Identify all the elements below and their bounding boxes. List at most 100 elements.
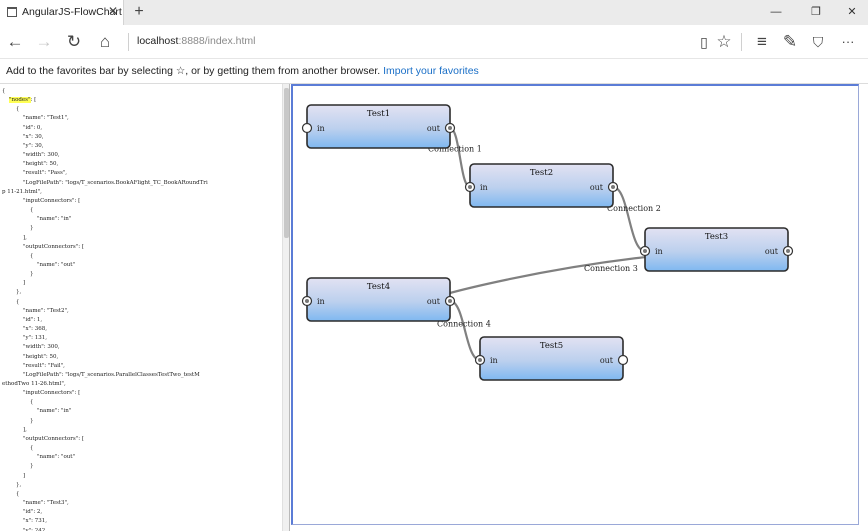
- favorite-star-icon[interactable]: ☆: [712, 30, 736, 54]
- json-line: {: [2, 88, 6, 94]
- connector-dot: [786, 249, 790, 253]
- more-icon[interactable]: ···: [836, 30, 860, 54]
- address-host: localhost: [137, 35, 179, 47]
- json-line: "height": 50,: [2, 353, 59, 360]
- json-line: {: [2, 252, 34, 259]
- json-line: "y": 30,: [2, 142, 44, 149]
- refresh-button[interactable]: ↻: [62, 30, 86, 54]
- favorites-hint: Add to the favorites bar by selecting ☆,…: [6, 65, 479, 77]
- favorites-hint-bar: Add to the favorites bar by selecting ☆,…: [0, 59, 868, 84]
- hub-icon[interactable]: ≡: [750, 30, 774, 54]
- json-line: "result": "Pass",: [2, 170, 68, 177]
- node-test2[interactable]: Test2 in out: [464, 163, 619, 208]
- input-connector[interactable]: [301, 122, 313, 134]
- output-connector[interactable]: [617, 354, 629, 366]
- json-line: "outputConnectors": [: [2, 243, 85, 250]
- close-window-button[interactable]: ✕: [836, 0, 868, 25]
- json-line: p 11-21.html",: [2, 188, 42, 195]
- json-line: "outputConnectors": [: [2, 435, 85, 442]
- json-line: {: [2, 490, 20, 497]
- json-scrollbar[interactable]: [282, 84, 289, 531]
- connector-dot: [478, 358, 482, 362]
- node-title: Test5: [540, 341, 563, 351]
- json-scroll-thumb[interactable]: [284, 88, 289, 238]
- json-text: { "nodes": [ { "name": "Test1", "id": 0,…: [2, 87, 208, 531]
- node-test5[interactable]: Test5 in out: [474, 336, 629, 381]
- json-line: },: [2, 289, 22, 296]
- favorites-hint-text: Add to the favorites bar by selecting ☆,…: [6, 65, 381, 77]
- output-connector-label: out: [427, 297, 441, 306]
- node-test1[interactable]: Test1 in out: [301, 104, 456, 149]
- json-line: }: [2, 271, 34, 278]
- json-line: "inputConnectors": [: [2, 390, 81, 397]
- node-test3[interactable]: Test3 in out: [639, 227, 794, 272]
- back-button[interactable]: ←: [3, 30, 27, 54]
- json-line: {: [2, 399, 34, 406]
- json-line: {: [2, 106, 20, 113]
- connector-dot: [643, 249, 647, 253]
- json-line: }: [2, 417, 34, 424]
- flowchart-canvas[interactable]: Connection 1 Connection 2 Connection 3 Conn…: [291, 84, 859, 525]
- json-line: "name": "in": [2, 408, 72, 415]
- page-icon: [7, 7, 17, 17]
- forward-button[interactable]: →: [32, 30, 56, 54]
- node-title: Test1: [367, 109, 390, 119]
- json-line: "inputConnectors": [: [2, 197, 81, 204]
- input-connector-label: in: [490, 356, 498, 365]
- import-favorites-link[interactable]: Import your favorites: [383, 65, 479, 77]
- flowchart-svg[interactable]: Connection 1Connection 2Connection 3Conn…: [293, 86, 858, 524]
- json-line: ethodTwo 11-26.html",: [2, 381, 66, 387]
- json-line: "name": "Test2",: [2, 307, 69, 314]
- output-connector-label: out: [427, 124, 441, 133]
- node-title: Test2: [530, 168, 553, 178]
- connector-dot: [611, 185, 615, 189]
- json-line: "name": "out": [2, 261, 76, 268]
- json-line: }: [2, 463, 34, 470]
- highlighted-key: "nodes": [9, 97, 31, 104]
- maximize-button[interactable]: ❐: [800, 0, 832, 25]
- browser-tab[interactable]: AngularJS-FlowChart ✕: [0, 0, 124, 25]
- tab-close-icon[interactable]: ✕: [108, 4, 118, 18]
- home-button[interactable]: ⌂: [93, 30, 117, 54]
- connection-line[interactable]: [612, 185, 646, 253]
- json-pane[interactable]: { "nodes": [ { "name": "Test1", "id": 0,…: [0, 84, 290, 531]
- json-line: "id": 2,: [2, 509, 43, 516]
- web-note-icon[interactable]: ✎: [778, 30, 802, 54]
- json-line: "name": "in": [2, 216, 72, 223]
- address-path: :8888/index.html: [178, 35, 256, 47]
- json-line: }: [2, 225, 34, 232]
- input-connector-label: in: [480, 183, 488, 192]
- input-connector-label: in: [317, 297, 325, 306]
- json-line: ],: [2, 426, 27, 433]
- connection-label: Connection 3: [584, 264, 638, 273]
- json-line: "id": 1,: [2, 316, 43, 323]
- new-tab-button[interactable]: +: [129, 1, 149, 23]
- json-line: "height": 50,: [2, 161, 59, 168]
- json-line: "id": 0,: [2, 124, 43, 131]
- connection-line[interactable]: [449, 126, 471, 189]
- json-line: "nodes": [: [9, 97, 37, 104]
- connection-line[interactable]: [449, 299, 481, 362]
- connector-dot: [305, 299, 309, 303]
- node-title: Test4: [367, 282, 390, 292]
- share-icon[interactable]: ⛉: [806, 30, 830, 54]
- connector-dot: [448, 299, 452, 303]
- json-line: "x": 368,: [2, 326, 47, 333]
- connector-dot: [468, 185, 472, 189]
- nodes-layer: Test1 in out Test2 in out Test3 in out Test4 in out…: [301, 104, 794, 381]
- input-connector-label: in: [655, 247, 663, 256]
- json-line: ],: [2, 234, 27, 241]
- connector-dot: [448, 126, 452, 130]
- output-connector-label: out: [600, 356, 614, 365]
- toolbar-separator: [741, 33, 742, 51]
- address-bar[interactable]: localhost:8888/index.html: [137, 35, 256, 47]
- node-test4[interactable]: Test4 in out: [301, 277, 456, 322]
- json-line: "x": 30,: [2, 133, 44, 140]
- json-line: "x": 731,: [2, 518, 47, 525]
- output-connector-label: out: [765, 247, 779, 256]
- json-line: },: [2, 481, 22, 488]
- json-line: {: [2, 207, 34, 214]
- minimize-button[interactable]: —: [760, 0, 792, 25]
- json-line: "name": "Test3",: [2, 500, 69, 507]
- json-line: ]: [2, 280, 26, 287]
